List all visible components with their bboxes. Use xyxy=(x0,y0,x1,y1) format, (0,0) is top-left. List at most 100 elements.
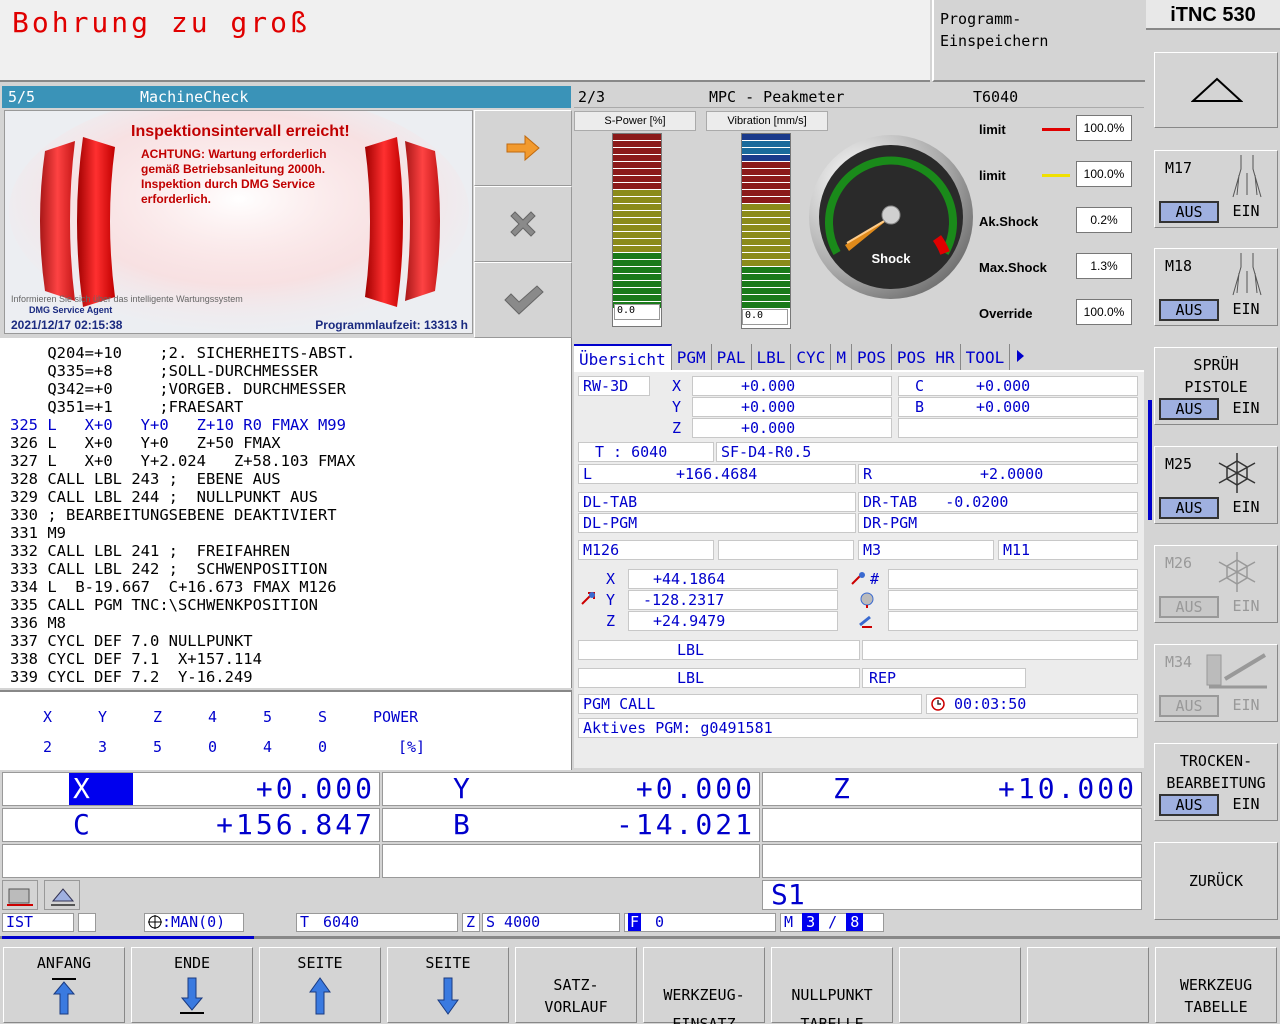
status-m: M 3 / 8 xyxy=(780,913,884,932)
m26-aus[interactable]: AUS xyxy=(1159,596,1219,618)
chip-conveyor-icon xyxy=(1206,653,1267,689)
spray-ein[interactable]: EIN xyxy=(1219,398,1273,420)
spray-aus[interactable]: AUS xyxy=(1159,398,1219,420)
softkey-block-scan[interactable]: SATZ- VORLAUF xyxy=(515,947,637,1023)
status-line: IST :MAN(0) T 6040 Z S 4000 F0 M 3 / 8 xyxy=(0,912,1145,934)
ov-x-value: +0.000 xyxy=(692,376,892,396)
softkey-page-up[interactable]: SEITE xyxy=(259,947,381,1023)
program-line[interactable]: 332 CALL LBL 241 ; FREIFAHREN xyxy=(10,542,561,560)
workpiece-icon-button[interactable] xyxy=(44,880,80,910)
m25-aus[interactable]: AUS xyxy=(1159,497,1219,519)
triangle-up-icon xyxy=(1191,77,1243,102)
page-up-button[interactable] xyxy=(1154,52,1278,128)
program-line[interactable]: 331 M9 xyxy=(10,524,561,542)
limit-value-2[interactable]: 100.0% xyxy=(1076,161,1132,187)
tab-uebersicht[interactable]: Übersicht xyxy=(574,344,672,370)
softkey-end-label: ENDE xyxy=(173,954,211,972)
program-line[interactable]: 328 CALL LBL 243 ; EBENE AUS xyxy=(10,470,561,488)
program-line[interactable]: 339 CYCL DEF 7.2 Y-16.249 xyxy=(10,668,561,686)
tab-pos[interactable]: POS xyxy=(852,344,892,370)
axis-value-power: [%] xyxy=(398,738,426,756)
warning-line: gemäß Betriebsanleitung 2000h. xyxy=(141,162,326,176)
dry-machining-key[interactable]: TROCKEN- BEARBEITUNG AUS EIN xyxy=(1154,743,1278,821)
limit-label-2: limit xyxy=(979,168,1006,183)
m26-ein[interactable]: EIN xyxy=(1219,596,1273,618)
softkey-datum-table[interactable]: NULLPUNKT TABELLE xyxy=(771,947,893,1024)
forward-button[interactable] xyxy=(474,110,572,186)
program-store-label[interactable]: Programm- Einspeichern xyxy=(932,0,1145,82)
spray-gun-key[interactable]: SPRÜH PISTOLE AUS EIN xyxy=(1154,347,1278,425)
program-line[interactable]: Q335=+8 ;SOLL-DURCHMESSER xyxy=(10,362,561,380)
line-number: 329 xyxy=(10,488,38,506)
error-message: Bohrung zu groß xyxy=(12,6,310,39)
snowflake-icon xyxy=(1218,552,1256,592)
m17-ein[interactable]: EIN xyxy=(1219,201,1273,223)
limit-value-1[interactable]: 100.0% xyxy=(1076,115,1132,141)
program-line[interactable]: 337 CYCL DEF 7.0 NULLPUNKT xyxy=(10,632,561,650)
program-line[interactable]: 329 CALL LBL 244 ; NULLPUNKT AUS xyxy=(10,488,561,506)
softkey-empty-2[interactable] xyxy=(1027,947,1149,1023)
back-button[interactable]: ZURÜCK xyxy=(1154,842,1278,920)
dismiss-button[interactable] xyxy=(474,186,572,262)
program-line[interactable]: 326 L X+0 Y+0 Z+50 FMAX xyxy=(10,434,561,452)
inspection-headline: Inspektionsintervall erreicht! xyxy=(131,123,350,140)
program-line[interactable]: 327 L X+0 Y+2.024 Z+58.103 FMAX xyxy=(10,452,561,470)
lbl-row-1: LBL xyxy=(578,640,860,660)
program-line[interactable]: 338 CYCL DEF 7.1 X+157.114 xyxy=(10,650,561,668)
program-line[interactable]: Q342=+0 ;VORGEB. DURCHMESSER xyxy=(10,380,561,398)
limit-line-yellow xyxy=(1042,174,1070,177)
line-text: M9 xyxy=(38,524,66,542)
tab-m[interactable]: M xyxy=(831,344,852,370)
program-line[interactable]: 333 CALL LBL 242 ; SCHWENPOSITION xyxy=(10,560,561,578)
tab-cyc[interactable]: CYC xyxy=(791,344,832,370)
limit-line-red xyxy=(1042,128,1070,131)
m18-ein[interactable]: EIN xyxy=(1219,299,1273,321)
softkey-page-up-label: SEITE xyxy=(297,954,343,972)
m17-aus[interactable]: AUS xyxy=(1159,201,1219,223)
m18-key[interactable]: M18 AUS EIN xyxy=(1154,248,1278,326)
program-listing[interactable]: Q204=+10 ;2. SICHERHEITS-ABST. Q335=+8 ;… xyxy=(0,338,572,688)
program-line[interactable]: 335 CALL PGM TNC:\SCHWENKPOSITION xyxy=(10,596,561,614)
line-text: CALL LBL 244 ; NULLPUNKT AUS xyxy=(38,488,318,506)
meter-segment xyxy=(742,232,790,238)
softkey-page-down[interactable]: SEITE xyxy=(387,947,509,1023)
pos-empty-1 xyxy=(762,808,1142,842)
m34-aus[interactable]: AUS xyxy=(1159,695,1219,717)
meter-segment xyxy=(742,211,790,217)
softkey-tool-usage[interactable]: WERKZEUG- EINSATZ xyxy=(643,947,765,1024)
meter-segment xyxy=(742,295,790,301)
machine-icon-button[interactable] xyxy=(2,880,38,910)
confirm-button[interactable] xyxy=(474,262,572,338)
meter-segment xyxy=(613,253,661,259)
program-line[interactable]: 330 ; BEARBEITUNGSEBENE DEAKTIVIERT xyxy=(10,506,561,524)
vibration-value: 0.0 xyxy=(742,309,788,325)
m25-key[interactable]: M25 AUS EIN xyxy=(1154,446,1278,524)
softkey-tool-table[interactable]: WERKZEUG TABELLE xyxy=(1155,947,1277,1023)
program-line[interactable]: Q351=+1 ;FRAESART xyxy=(10,398,561,416)
m17-key[interactable]: M17 AUS EIN xyxy=(1154,150,1278,228)
meter-segment xyxy=(613,176,661,182)
dry-ein[interactable]: EIN xyxy=(1219,794,1273,816)
softkey-end[interactable]: ENDE xyxy=(131,947,253,1023)
tab-scroll-right[interactable] xyxy=(1010,344,1030,370)
softkey-empty-1[interactable] xyxy=(899,947,1021,1023)
program-line[interactable]: 334 L B-19.667 C+16.673 FMAX M126 xyxy=(10,578,561,596)
line-number: 338 xyxy=(10,650,38,668)
m18-aus[interactable]: AUS xyxy=(1159,299,1219,321)
m34-ein[interactable]: EIN xyxy=(1219,695,1273,717)
tab-pgm[interactable]: PGM xyxy=(672,344,712,370)
program-line[interactable]: 325 L X+0 Y+0 Z+10 R0 FMAX M99 xyxy=(10,416,561,434)
dry-aus[interactable]: AUS xyxy=(1159,794,1219,816)
tab-pal[interactable]: PAL xyxy=(712,344,752,370)
scroll-indicator[interactable] xyxy=(1148,400,1152,520)
tab-lbl[interactable]: LBL xyxy=(752,344,792,370)
program-line[interactable]: Q204=+10 ;2. SICHERHEITS-ABST. xyxy=(10,344,561,362)
tab-pos-hr[interactable]: POS HR xyxy=(892,344,961,370)
mpc-page: 2/3 xyxy=(578,88,606,106)
softkey-begin[interactable]: ANFANG xyxy=(3,947,125,1023)
m25-ein[interactable]: EIN xyxy=(1219,497,1273,519)
m26-key[interactable]: M26 AUS EIN xyxy=(1154,545,1278,623)
tab-tool[interactable]: TOOL xyxy=(961,344,1011,370)
m34-key[interactable]: M34 AUS EIN xyxy=(1154,644,1278,722)
program-line[interactable]: 336 M8 xyxy=(10,614,561,632)
